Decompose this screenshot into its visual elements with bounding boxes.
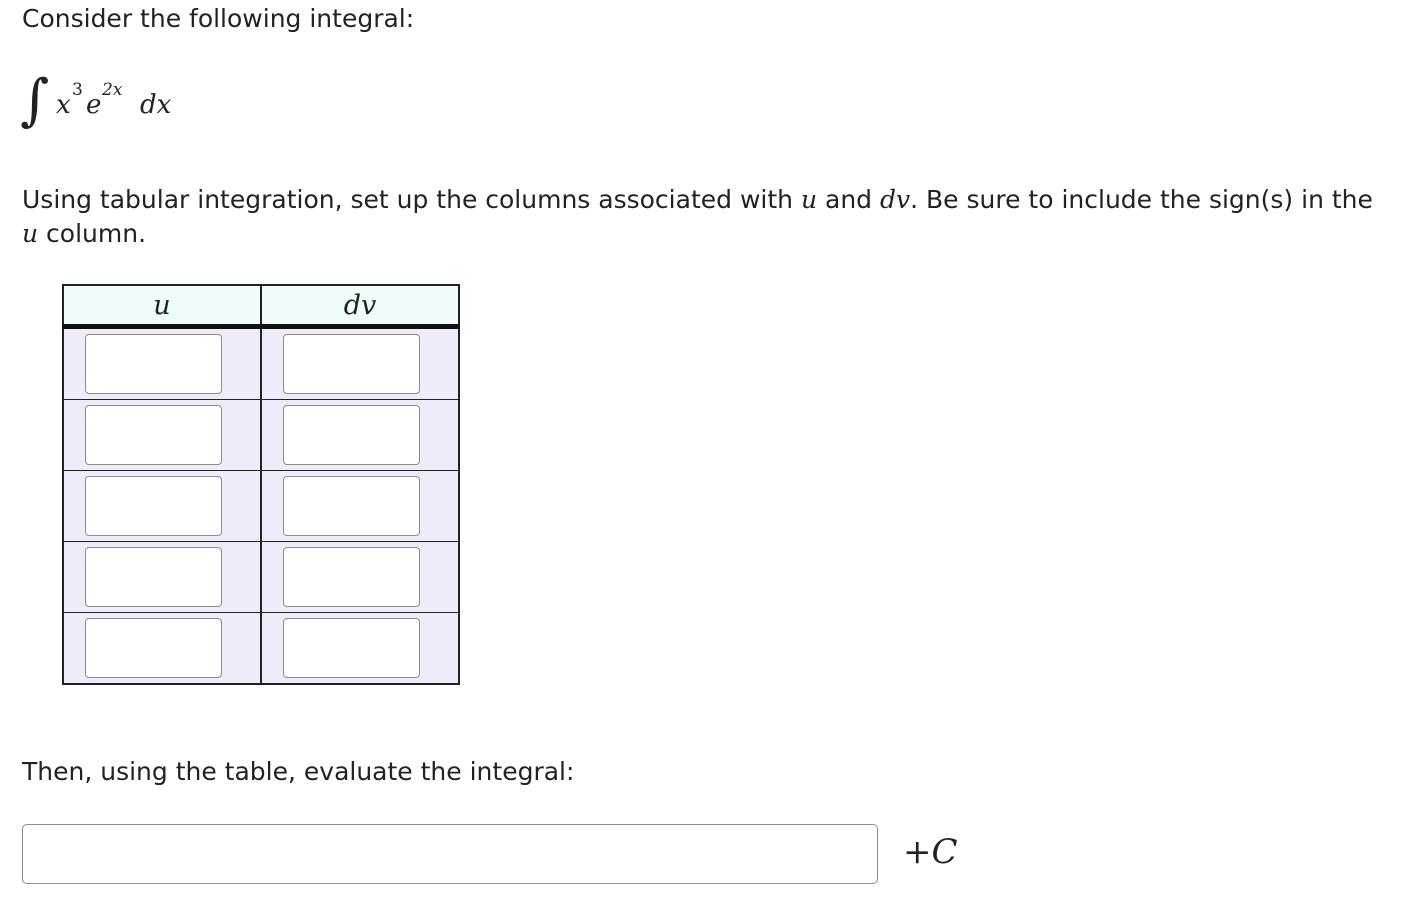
dv-cell bbox=[260, 612, 459, 684]
u-input-row-1[interactable] bbox=[85, 334, 222, 394]
instructions-part-4: column. bbox=[38, 219, 147, 248]
evaluate-instructions-text: Then, using the table, evaluate the inte… bbox=[22, 757, 575, 786]
instructions-dv-symbol: dv bbox=[879, 185, 911, 214]
u-cell bbox=[63, 541, 261, 613]
integral-differential: dx bbox=[140, 90, 172, 120]
integral-expression: ∫ x 3 e 2x dx bbox=[20, 66, 260, 156]
dv-input-row-3[interactable] bbox=[283, 476, 420, 536]
dv-cell bbox=[260, 399, 459, 471]
dv-input-row-5[interactable] bbox=[283, 618, 420, 678]
table-header-row: u dv bbox=[63, 285, 459, 329]
column-header-dv: dv bbox=[260, 285, 459, 329]
tabular-integration-table: u dv bbox=[62, 284, 460, 685]
instructions-part-1: Using tabular integration, set up the co… bbox=[22, 185, 801, 214]
integrand-exponential-exponent: 2x bbox=[102, 80, 123, 100]
integrand-exponential-base: e bbox=[86, 90, 102, 120]
plus-constant-label: +C bbox=[903, 832, 958, 872]
u-input-row-3[interactable] bbox=[85, 476, 222, 536]
instructions-text: Using tabular integration, set up the co… bbox=[22, 183, 1392, 251]
dv-cell bbox=[260, 326, 459, 400]
dv-cell bbox=[260, 470, 459, 542]
table-row bbox=[63, 399, 459, 471]
table-row bbox=[63, 326, 459, 400]
constant-c: C bbox=[931, 832, 958, 872]
dv-input-row-2[interactable] bbox=[283, 405, 420, 465]
instructions-part-3: . Be sure to include the sign(s) in the bbox=[910, 185, 1373, 214]
table-row bbox=[63, 612, 459, 684]
instructions-part-2: and bbox=[817, 185, 880, 214]
u-cell bbox=[63, 470, 261, 542]
u-input-row-5[interactable] bbox=[85, 618, 222, 678]
dv-input-row-1[interactable] bbox=[283, 334, 420, 394]
table-row bbox=[63, 470, 459, 542]
instructions-u-symbol: u bbox=[800, 185, 818, 214]
integrand-variable: x bbox=[56, 90, 71, 120]
u-cell bbox=[63, 612, 261, 684]
plus-sign: + bbox=[903, 832, 932, 872]
integral-sign: ∫ bbox=[20, 68, 50, 133]
intro-text: Consider the following integral: bbox=[22, 4, 415, 33]
u-input-row-2[interactable] bbox=[85, 405, 222, 465]
column-header-u: u bbox=[63, 285, 261, 329]
instructions-u-symbol-2: u bbox=[22, 219, 39, 248]
u-input-row-4[interactable] bbox=[85, 547, 222, 607]
integrand-variable-exponent: 3 bbox=[72, 80, 83, 100]
integral-answer-input[interactable] bbox=[22, 824, 878, 884]
u-cell bbox=[63, 399, 261, 471]
dv-cell bbox=[260, 541, 459, 613]
table-row bbox=[63, 541, 459, 613]
dv-input-row-4[interactable] bbox=[283, 547, 420, 607]
u-cell bbox=[63, 326, 261, 400]
